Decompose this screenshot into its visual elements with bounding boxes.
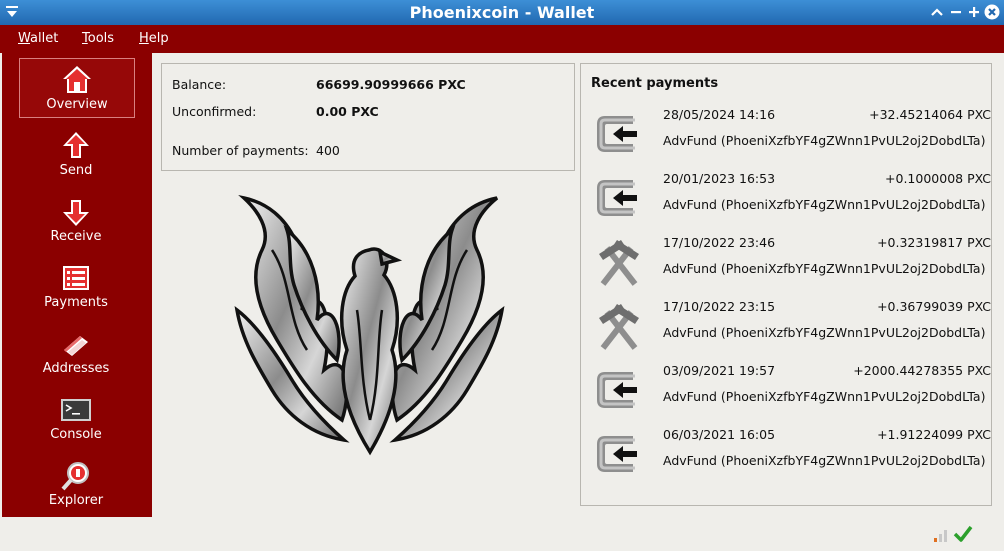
send-arrow-icon [63, 132, 89, 158]
payment-item[interactable]: 06/03/2021 16:05 +1.91224099 PXC AdvFund… [581, 422, 1001, 486]
menu-wallet[interactable]: Wallet [18, 31, 58, 46]
minimize-window-icon[interactable] [948, 4, 964, 20]
sidebar-item-overview[interactable]: Overview [19, 58, 135, 118]
unconfirmed-value: 0.00 PXC [316, 104, 379, 119]
payment-date: 17/10/2022 23:46 [663, 235, 776, 250]
close-window-icon[interactable] [984, 4, 1000, 20]
recent-payments-panel: Recent payments 28/05/2024 14:16 +32.452… [580, 63, 992, 506]
payment-date: 17/10/2022 23:15 [663, 299, 776, 314]
payment-address: AdvFund (PhoeniXzfbYF4gZWnn1PvUL2oj2Dobd… [663, 133, 986, 148]
sidebar-item-console[interactable]: Console [19, 389, 133, 447]
explorer-magnifier-icon [61, 462, 89, 491]
menu-tools[interactable]: Tools [82, 31, 114, 46]
recent-payments-title: Recent payments [591, 76, 719, 91]
payment-amount: +32.45214064 PXC [869, 107, 991, 122]
payment-date: 06/03/2021 16:05 [663, 427, 776, 442]
payment-amount: +2000.44278355 PXC [853, 363, 991, 378]
address-book-icon [64, 336, 88, 356]
console-icon [61, 399, 91, 421]
signal-bars-icon[interactable] [933, 527, 949, 543]
receive-arrow-icon [63, 200, 89, 226]
payment-date: 20/01/2023 16:53 [663, 171, 776, 186]
receive-payment-icon [597, 436, 637, 472]
sidebar-item-label: Overview [46, 97, 108, 112]
receive-payment-icon [597, 372, 637, 408]
mining-hammers-icon [599, 240, 639, 286]
payment-item[interactable]: 17/10/2022 23:15 +0.36799039 PXC AdvFund… [581, 294, 1001, 358]
payment-item[interactable]: 17/10/2022 23:46 +0.32319817 PXC AdvFund… [581, 230, 1001, 294]
menu-bar: Wallet Tools Help [0, 25, 1004, 53]
synced-checkmark-icon[interactable] [953, 524, 973, 544]
payment-item[interactable]: 20/01/2023 16:53 +0.1000008 PXC AdvFund … [581, 166, 1001, 230]
sidebar: Overview Send Receive Payments Addresses… [2, 53, 152, 517]
title-bar: Phoenixcoin - Wallet [0, 0, 1004, 25]
sidebar-item-receive[interactable]: Receive [19, 191, 133, 249]
sidebar-item-label: Addresses [42, 361, 110, 376]
payment-item[interactable]: 28/05/2024 14:16 +32.45214064 PXC AdvFun… [581, 102, 1001, 166]
balance-value: 66699.90999666 PXC [316, 77, 466, 92]
payment-amount: +1.91224099 PXC [877, 427, 991, 442]
payments-list-icon [63, 266, 89, 290]
num-payments-value: 400 [316, 143, 340, 158]
maximize-window-icon[interactable] [966, 4, 982, 20]
sidebar-item-label: Console [50, 427, 102, 442]
shade-window-icon[interactable] [929, 4, 945, 20]
receive-payment-icon [597, 180, 637, 216]
payment-address: AdvFund (PhoeniXzfbYF4gZWnn1PvUL2oj2Dobd… [663, 389, 986, 404]
sidebar-item-payments[interactable]: Payments [19, 257, 133, 315]
unconfirmed-label: Unconfirmed: [172, 104, 257, 119]
payment-item[interactable]: 03/09/2021 19:57 +2000.44278355 PXC AdvF… [581, 358, 1001, 422]
payment-date: 28/05/2024 14:16 [663, 107, 776, 122]
sidebar-item-label: Send [59, 163, 93, 178]
phoenix-logo [234, 194, 505, 456]
status-bar [0, 517, 1004, 551]
payment-amount: +0.1000008 PXC [885, 171, 991, 186]
payment-address: AdvFund (PhoeniXzfbYF4gZWnn1PvUL2oj2Dobd… [663, 261, 986, 276]
num-payments-label: Number of payments: [172, 143, 309, 158]
payment-address: AdvFund (PhoeniXzfbYF4gZWnn1PvUL2oj2Dobd… [663, 453, 986, 468]
mining-hammers-icon [599, 304, 639, 350]
payment-amount: +0.36799039 PXC [877, 299, 991, 314]
sidebar-item-addresses[interactable]: Addresses [19, 323, 133, 381]
balance-panel: Balance: 66699.90999666 PXC Unconfirmed:… [161, 63, 575, 171]
menu-help[interactable]: Help [139, 31, 169, 46]
receive-payment-icon [597, 116, 637, 152]
sidebar-item-label: Payments [44, 295, 108, 310]
balance-label: Balance: [172, 77, 227, 92]
payment-amount: +0.32319817 PXC [877, 235, 991, 250]
payment-address: AdvFund (PhoeniXzfbYF4gZWnn1PvUL2oj2Dobd… [663, 325, 986, 340]
sidebar-item-label: Explorer [48, 493, 104, 508]
payment-address: AdvFund (PhoeniXzfbYF4gZWnn1PvUL2oj2Dobd… [663, 197, 986, 212]
sidebar-item-label: Receive [50, 229, 102, 244]
home-icon [63, 66, 91, 93]
payment-date: 03/09/2021 19:57 [663, 363, 776, 378]
sidebar-item-send[interactable]: Send [19, 125, 133, 183]
sidebar-item-explorer[interactable]: Explorer [19, 455, 133, 513]
window-title: Phoenixcoin - Wallet [409, 3, 595, 22]
